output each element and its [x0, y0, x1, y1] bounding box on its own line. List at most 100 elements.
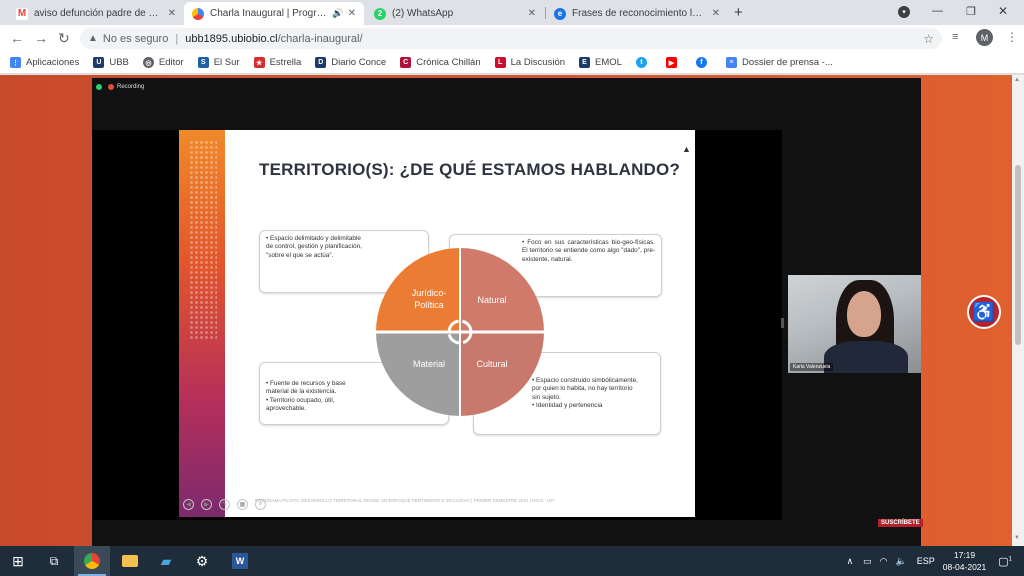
- menu-kebab-icon[interactable]: ⋮: [1006, 30, 1018, 44]
- bookmarks-bar: ⋮ Aplicaciones U UBB ◎ Editor S El Sur ★ Estr…: [0, 52, 1024, 74]
- mouse-cursor-icon: ▲: [682, 144, 691, 154]
- zoom-meeting-embed[interactable]: Recording TERRITORIO(S): ¿DE QUÉ ESTAMOS…: [92, 78, 921, 546]
- browser-tab-strip: M aviso defunción padre de Víctor P ✕ Ch…: [0, 0, 1024, 25]
- task-view-icon[interactable]: ⧉: [36, 546, 72, 576]
- volume-icon[interactable]: 🔈: [896, 556, 907, 567]
- bookmark-ubb[interactable]: U UBB: [93, 57, 129, 68]
- recording-label: Recording: [117, 84, 145, 90]
- participant-video[interactable]: Karla Valenzuela: [788, 275, 921, 373]
- tab-label: Charla Inaugural | Programa: [210, 8, 329, 19]
- warning-icon[interactable]: ▲: [88, 33, 98, 44]
- tab-frases[interactable]: e Frases de reconocimiento laboral ✕: [546, 2, 728, 25]
- file-explorer-icon[interactable]: [112, 546, 148, 576]
- bookmark-estrella[interactable]: ★ Estrella: [253, 57, 302, 68]
- bookmark-el-sur[interactable]: S El Sur: [197, 57, 240, 68]
- tab-search-icon[interactable]: ▾: [898, 6, 910, 18]
- bullet: Fuente de recursos y base material de la…: [266, 380, 368, 397]
- slide-prev-icon[interactable]: ◀: [183, 499, 194, 510]
- tab-label: aviso defunción padre de Víctor P: [34, 8, 164, 19]
- scroll-down-icon[interactable]: ▼: [1014, 535, 1020, 541]
- close-window-button[interactable]: ✕: [998, 4, 1008, 18]
- back-arrow-icon[interactable]: ←: [10, 30, 24, 46]
- windows-start-icon[interactable]: ⊞: [0, 546, 36, 576]
- gmail-icon: M: [16, 7, 28, 20]
- reload-icon[interactable]: ↻: [58, 30, 70, 47]
- profile-avatar[interactable]: M: [976, 29, 993, 46]
- bookmark-label: Crónica Chillán: [416, 57, 481, 68]
- bookmark-editor[interactable]: ◎ Editor: [142, 57, 184, 68]
- slide-title: TERRITORIO(S): ¿DE QUÉ ESTAMOS HABLANDO?: [259, 160, 681, 179]
- close-icon[interactable]: ✕: [528, 8, 536, 19]
- language-indicator[interactable]: ESP: [917, 556, 935, 566]
- scroll-thumb[interactable]: [1015, 165, 1021, 345]
- tab-label: (2) WhatsApp: [392, 8, 454, 19]
- emol-icon: E: [579, 57, 591, 68]
- facebook-icon: f: [695, 57, 707, 68]
- windows-taskbar: ⊞ ⧉ ▰ ⚙ W ∧ ▭ ◠ 🔈 ESP 17:19 08-04-2021 ▢…: [0, 546, 1024, 576]
- close-icon[interactable]: ✕: [168, 8, 176, 19]
- new-tab-button[interactable]: +: [734, 4, 743, 21]
- la-discusion-icon: L: [494, 57, 506, 68]
- bullet: Territorio ocupado, útil, aprovechable.: [266, 397, 368, 414]
- bookmark-label: Dossier de prensa -...: [741, 57, 833, 68]
- tab-gmail[interactable]: M aviso defunción padre de Víctor P ✕: [8, 2, 184, 25]
- youtube-icon: ▶: [665, 57, 677, 68]
- slide-next-icon[interactable]: ▶: [201, 499, 212, 510]
- bookmark-label: Estrella: [269, 57, 302, 68]
- globe-icon: ◎: [142, 57, 154, 68]
- word-icon[interactable]: W: [222, 546, 258, 576]
- tab-whatsapp[interactable]: 2 (2) WhatsApp ✕: [366, 2, 544, 25]
- bookmark-dossier[interactable]: ≡ Dossier de prensa -...: [725, 57, 833, 68]
- close-icon[interactable]: ✕: [712, 8, 720, 19]
- bookmark-youtube[interactable]: ▶: [665, 57, 682, 68]
- docs-icon: ≡: [725, 57, 737, 68]
- store-icon[interactable]: ▰: [148, 546, 184, 576]
- bookmark-star-icon[interactable]: ☆: [923, 32, 934, 46]
- site-favicon-icon: [192, 7, 204, 20]
- chevron-up-icon[interactable]: ∧: [847, 556, 854, 567]
- slide-grid-icon[interactable]: ▦: [237, 499, 248, 510]
- bookmark-label: Aplicaciones: [26, 57, 80, 68]
- presentation-slide: TERRITORIO(S): ¿DE QUÉ ESTAMOS HABLANDO?…: [179, 130, 695, 517]
- bookmark-aplicaciones[interactable]: ⋮ Aplicaciones: [10, 57, 79, 68]
- scroll-up-icon[interactable]: ▲: [1014, 77, 1020, 83]
- chrome-icon: [84, 553, 100, 569]
- quadrant-material: [376, 332, 460, 416]
- minimize-button[interactable]: —: [932, 5, 943, 17]
- quadrant-cultural: [460, 332, 544, 416]
- url-host: ubb1895.ubiobio.cl: [185, 32, 278, 45]
- subscribe-button[interactable]: SUSCRÍBETE: [878, 519, 923, 527]
- web-page: Recording TERRITORIO(S): ¿DE QUÉ ESTAMOS…: [0, 75, 1012, 546]
- wifi-icon[interactable]: ◠: [880, 556, 888, 567]
- restore-button[interactable]: ❐: [966, 5, 976, 18]
- notifications-icon[interactable]: ▢1: [998, 555, 1012, 568]
- page-scrollbar[interactable]: ▲ ▼: [1012, 75, 1024, 546]
- bookmark-la-discusion[interactable]: L La Discusión: [494, 57, 566, 68]
- bookmark-twitter[interactable]: t: [635, 57, 652, 68]
- bookmark-label: La Discusión: [510, 57, 566, 68]
- tab-charla-inaugural[interactable]: Charla Inaugural | Programa 🔊 ✕: [184, 2, 364, 25]
- video-panel-handle[interactable]: [781, 318, 784, 328]
- bookmark-emol[interactable]: E EMOL: [579, 57, 622, 68]
- bookmark-facebook[interactable]: f: [695, 57, 712, 68]
- close-icon[interactable]: ✕: [348, 8, 356, 19]
- bookmark-label: EMOL: [595, 57, 622, 68]
- bookmark-label: Diario Conce: [331, 57, 387, 68]
- bookmark-diario-conce[interactable]: D Diario Conce: [315, 57, 386, 68]
- participant-name: Karla Valenzuela: [790, 363, 834, 371]
- slide-footer: PROGRAMA PILOTO: DESARROLLO TERRITORIAL …: [255, 498, 555, 503]
- clock[interactable]: 17:19 08-04-2021: [943, 549, 986, 573]
- chrome-taskbar-icon[interactable]: [74, 546, 110, 576]
- reading-list-icon[interactable]: ≡: [952, 31, 958, 43]
- bookmark-label: El Sur: [213, 57, 240, 68]
- settings-gear-icon[interactable]: ⚙: [184, 546, 220, 576]
- battery-icon[interactable]: ▭: [863, 556, 872, 567]
- forward-arrow-icon[interactable]: →: [34, 30, 48, 46]
- slide-pen-icon[interactable]: ✎: [219, 499, 230, 510]
- address-bar[interactable]: ▲ No es seguro | ubb1895.ubiobio.cl /cha…: [80, 28, 942, 49]
- speaker-icon[interactable]: 🔊: [332, 8, 343, 19]
- accessibility-icon[interactable]: ♿: [967, 295, 1001, 329]
- bookmark-cronica-chillan[interactable]: C Crónica Chillán: [400, 57, 481, 68]
- security-status[interactable]: No es seguro: [103, 33, 168, 45]
- label-cultural: Cultural: [476, 359, 507, 369]
